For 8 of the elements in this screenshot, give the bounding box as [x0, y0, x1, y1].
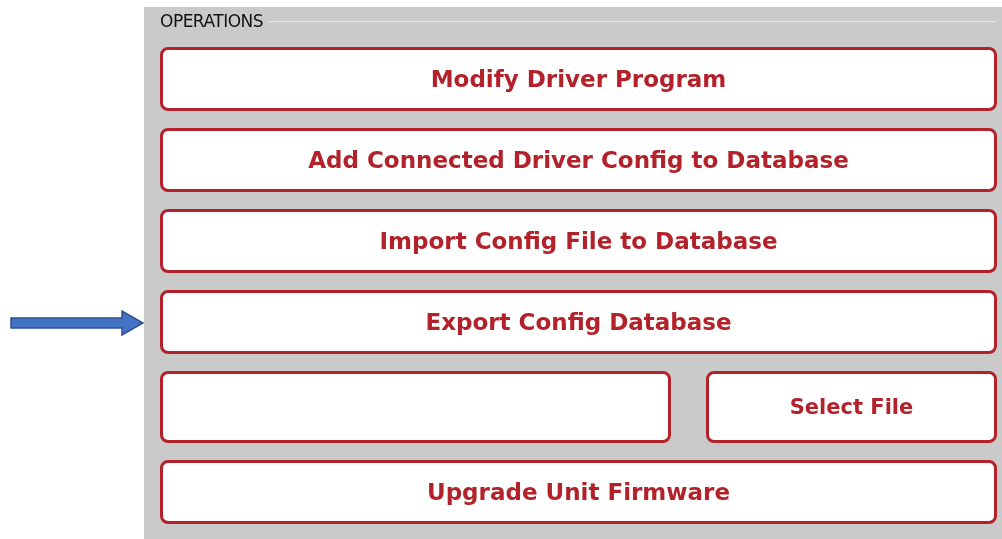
file-path-field[interactable]	[160, 371, 671, 443]
operation-button[interactable]: Import Config File to Database	[160, 209, 997, 273]
group-title: OPERATIONS	[160, 11, 264, 31]
operation-button[interactable]: Modify Driver Program	[160, 47, 997, 111]
operation-button[interactable]: Export Config Database	[160, 290, 997, 354]
operation-button[interactable]: Add Connected Driver Config to Database	[160, 128, 997, 192]
operation-button[interactable]: Upgrade Unit Firmware	[160, 460, 997, 524]
select-file-button[interactable]: Select File	[706, 371, 997, 443]
